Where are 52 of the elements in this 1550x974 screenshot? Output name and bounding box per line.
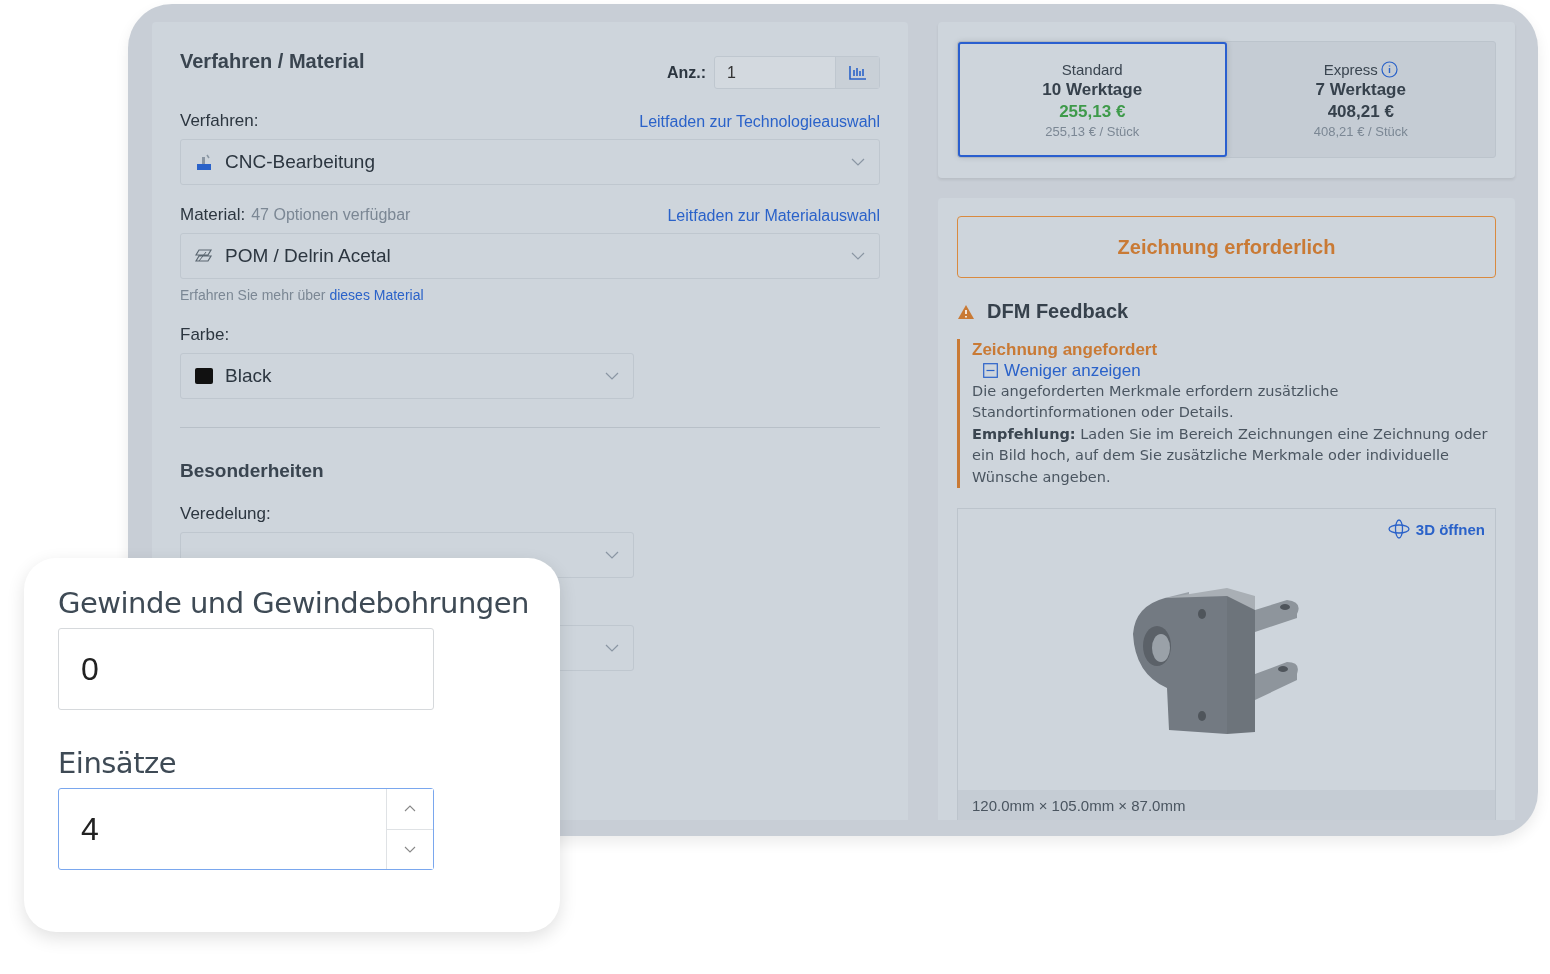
field-label: Farbe: bbox=[180, 325, 230, 344]
machine-icon bbox=[195, 153, 213, 171]
delivery-time: 7 Werktage bbox=[1315, 79, 1406, 100]
unit-price: 255,13 € / Stück bbox=[1045, 123, 1140, 139]
collapse-icon bbox=[983, 363, 998, 378]
material-dropdown[interactable]: POM / Delrin Acetal bbox=[180, 233, 880, 279]
warning-banner: Zeichnung erforderlich bbox=[957, 216, 1496, 278]
field-label: Veredelung: bbox=[180, 504, 271, 523]
process-dropdown[interactable]: CNC-Bearbeitung bbox=[180, 139, 880, 185]
chevron-down-icon bbox=[605, 551, 619, 559]
chevron-down-icon bbox=[851, 158, 865, 166]
decrement-button[interactable] bbox=[387, 828, 433, 869]
quantity-label: Anz.: bbox=[666, 63, 706, 82]
field-label: Material: bbox=[180, 205, 246, 224]
section-title: Besonderheiten bbox=[180, 460, 325, 482]
issue-description: Die angeforderten Merkmale erfordern zusätzliche Standortinformationen oder Details. bbox=[972, 381, 1340, 422]
total-price: 255,13 € bbox=[1059, 101, 1126, 122]
guide-link[interactable]: Leitfaden zur Materialauswahl bbox=[667, 207, 880, 225]
guide-link[interactable]: Leitfaden zur Technologieauswahl bbox=[639, 113, 880, 131]
chevron-down-icon bbox=[605, 372, 619, 380]
field-label: Gewinde und Gewindebohrungen bbox=[58, 586, 530, 620]
feedback-title: DFM Feedback bbox=[987, 300, 1129, 323]
delivery-time: 10 Werktage bbox=[1042, 79, 1143, 100]
field-label: Verfahren: bbox=[180, 111, 259, 131]
recommendation-text: Empfehlung: Laden Sie im Bereich Zeichnungen eine Zeichnung oder ein Bild hoch, auf dem Sie zusätzliche Merkmale oder individuelle Wünsche angeben. bbox=[972, 424, 1489, 487]
material-link[interactable]: dieses Material bbox=[329, 287, 424, 303]
chevron-down-icon bbox=[404, 845, 416, 853]
shipping-option[interactable]: Standard 10 Werktage 255,13 € 255,13 € / Stück bbox=[958, 42, 1227, 157]
open-3d-button[interactable]: 3D öffnen bbox=[1387, 519, 1485, 539]
shipping-option[interactable]: Express 7 Werktage 408,21 € 408,21 € / Stück bbox=[1226, 42, 1495, 157]
chevron-up-icon bbox=[404, 805, 416, 813]
info-icon[interactable] bbox=[1380, 60, 1398, 78]
input-field[interactable]: 0 bbox=[58, 628, 434, 710]
learn-more-text: Erfahren Sie mehr über dieses Material bbox=[180, 287, 425, 303]
number-field[interactable]: 4 bbox=[58, 788, 434, 870]
toggle-link[interactable]: Weniger anzeigen bbox=[983, 360, 1141, 381]
rotate-3d-icon bbox=[1387, 519, 1410, 539]
option-name: Standard bbox=[1061, 60, 1123, 78]
field-label: Einsätze bbox=[58, 746, 178, 780]
option-name: Express bbox=[1323, 60, 1378, 78]
unit-price: 408,21 € / Stück bbox=[1313, 123, 1408, 139]
model-dimensions: 120.0mm × 105.0mm × 87.0mm bbox=[958, 790, 1495, 820]
color-swatch-icon bbox=[195, 368, 213, 384]
options-count: 47 Optionen verfügbar bbox=[251, 206, 411, 223]
issue-title: Zeichnung angefordert bbox=[972, 339, 1159, 361]
total-price: 408,21 € bbox=[1327, 101, 1394, 122]
layers-icon bbox=[195, 248, 213, 264]
chevron-down-icon bbox=[851, 252, 865, 260]
color-dropdown[interactable]: Black bbox=[180, 353, 634, 399]
warning-icon bbox=[957, 303, 975, 320]
section-title: Verfahren / Material bbox=[180, 50, 365, 73]
chevron-down-icon bbox=[605, 644, 619, 652]
